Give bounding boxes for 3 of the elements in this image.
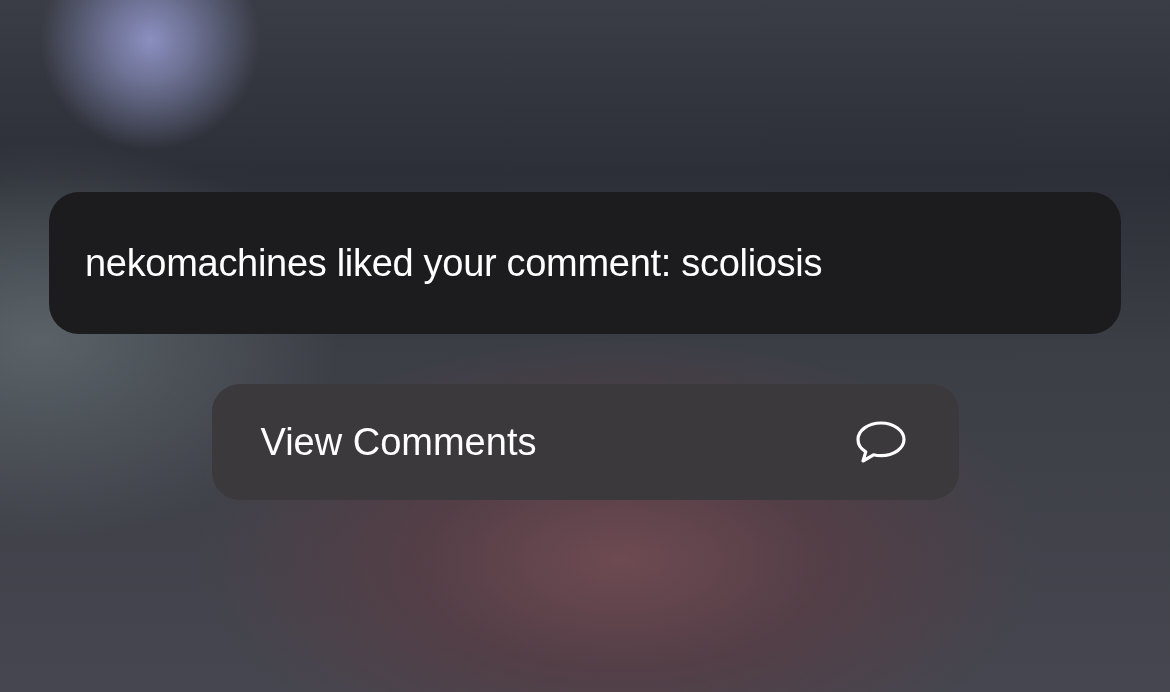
- speech-bubble-icon: [854, 420, 907, 464]
- notification-message: nekomachines liked your comment: scoliosis: [49, 192, 1121, 334]
- view-comments-button[interactable]: View Comments: [211, 384, 959, 500]
